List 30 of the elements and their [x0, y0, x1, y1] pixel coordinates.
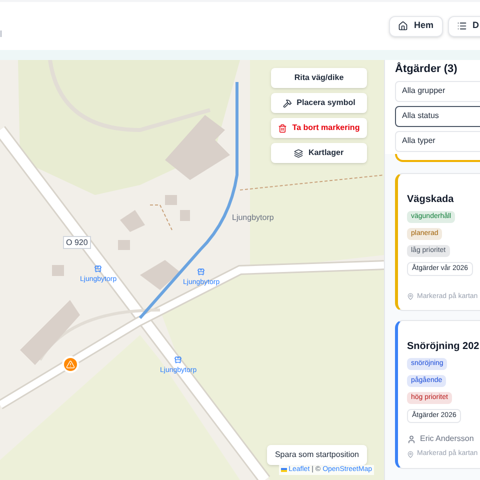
card-title: Snöröjning 202 [407, 340, 480, 354]
hammer-icon [282, 98, 292, 108]
header-subtitle: l [0, 28, 2, 41]
person-icon [407, 434, 416, 444]
nav-button[interactable]: D [448, 16, 480, 36]
bus-stop-icon [174, 356, 182, 364]
nav-button[interactable]: Hem [388, 16, 442, 36]
home-icon [398, 21, 408, 31]
card-title: Vägskada [407, 192, 455, 206]
map-pin-icon [407, 293, 414, 300]
flag-icon [280, 468, 287, 472]
layers-icon [294, 148, 304, 158]
filter-select[interactable]: Alla typer [395, 130, 480, 152]
trash-icon [278, 124, 288, 132]
save-position-button[interactable]: Spara som startposition [266, 445, 367, 465]
bus-stop-icon [94, 265, 102, 273]
filter-select[interactable]: Alla status [395, 106, 480, 126]
road-number-label: O 920 [63, 236, 91, 249]
filter-select[interactable]: Alla grupper [395, 80, 480, 102]
place-label: Ljungbytorp [232, 212, 274, 224]
map-pin-icon [407, 450, 414, 458]
map-tool-button[interactable]: Rita väg/dike [271, 68, 367, 88]
sidebar-title: Åtgärder (3) [395, 61, 458, 77]
warning-marker[interactable] [62, 356, 79, 373]
map-tool-button[interactable]: Ta bort markering [271, 118, 367, 138]
map-tool-button[interactable]: Placera symbol [271, 93, 367, 113]
map-tool-button[interactable]: Kartlager [271, 143, 367, 163]
assignee-name: Eric Andersson [420, 433, 474, 445]
warning-icon [66, 360, 75, 369]
bus-stop-icon [197, 268, 205, 276]
